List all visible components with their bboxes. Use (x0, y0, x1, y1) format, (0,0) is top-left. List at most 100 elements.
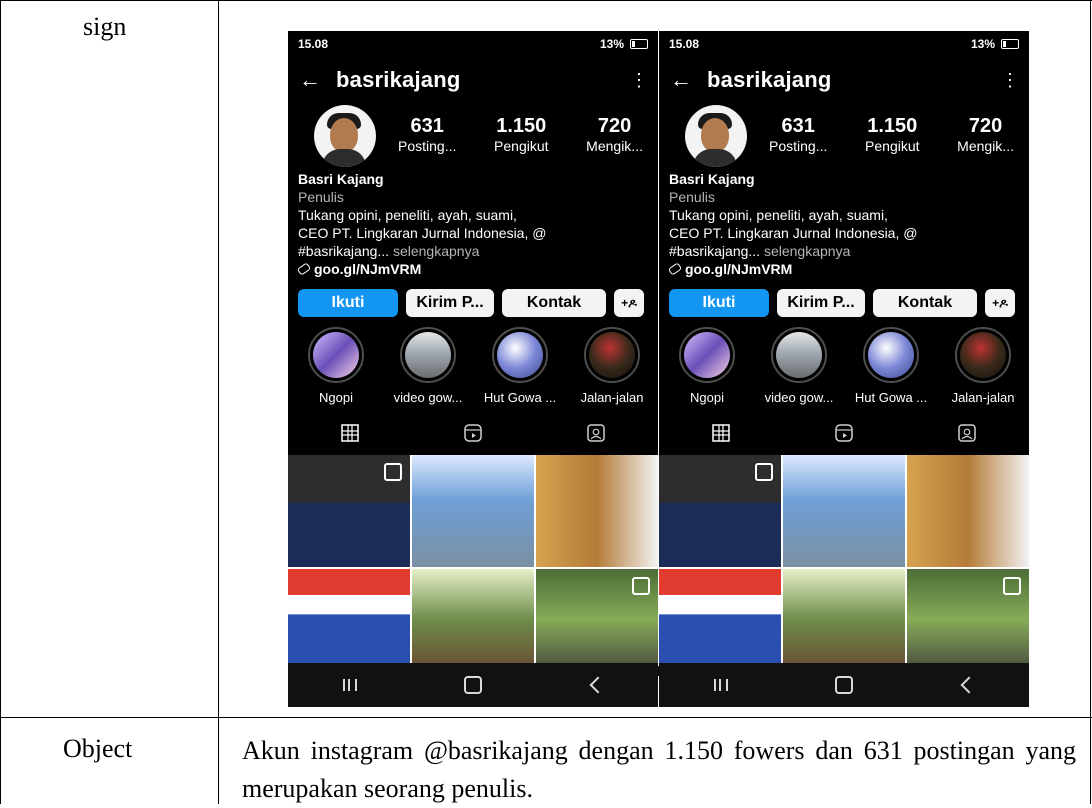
profile-bio: Basri Kajang Penulis Tukang opini, penel… (667, 170, 1019, 278)
highlight-hut-gowa[interactable]: Hut Gowa ... (478, 327, 562, 405)
bio-link[interactable]: goo.gl/NJmVRM (667, 260, 1019, 278)
profile-avatar[interactable] (685, 105, 747, 167)
back-icon[interactable] (947, 673, 987, 697)
bio-hashtag[interactable]: #basrikajang... (669, 243, 760, 259)
post-grid (659, 455, 1029, 681)
stat-posts[interactable]: 631 Posting... (398, 115, 456, 155)
highlight-thumb (684, 332, 730, 378)
highlight-thumb (313, 332, 359, 378)
suggest-people-button[interactable]: +ዶ (985, 289, 1015, 317)
highlight-ngopi[interactable]: Ngopi (294, 327, 378, 405)
stat-posts[interactable]: 631 Posting... (769, 115, 827, 155)
contact-button[interactable]: Kontak (502, 289, 606, 317)
highlight-circle (863, 327, 919, 383)
post-thumbnail[interactable] (907, 455, 1029, 567)
highlight-jalan[interactable]: Jalan-jalan (570, 327, 654, 405)
bio-line3: #basrikajang... selengkapnya (669, 242, 1019, 260)
stat-followers-value: 1.150 (867, 115, 918, 137)
profile-stats: 631 Posting... 1.150 Pengikut 720 Mengik… (769, 115, 1014, 155)
highlight-thumb (497, 332, 543, 378)
row-label-sign: sign (83, 12, 127, 41)
grid-icon[interactable] (330, 419, 370, 447)
highlight-label: Ngopi (690, 390, 724, 405)
avatar-face (330, 118, 358, 152)
bio-link[interactable]: goo.gl/NJmVRM (296, 260, 648, 278)
reel-indicator-icon (755, 463, 773, 481)
stat-following[interactable]: 720 Mengik... (586, 115, 643, 155)
highlight-label: Jalan-jalan (580, 390, 644, 405)
reels-icon[interactable] (453, 419, 493, 447)
post-thumbnail[interactable] (783, 455, 905, 567)
stat-followers[interactable]: 1.150 Pengikut (494, 115, 548, 155)
stat-following[interactable]: 720 Mengik... (957, 115, 1014, 155)
post-thumbnail[interactable] (412, 455, 534, 567)
highlight-label: video gow... (764, 390, 834, 405)
stat-posts-label: Posting... (398, 138, 457, 154)
table-right-border (1090, 0, 1091, 804)
profile-bio: Basri Kajang Penulis Tukang opini, penel… (296, 170, 648, 278)
table-column-divider (218, 0, 219, 804)
android-navbar (288, 663, 658, 707)
contact-button[interactable]: Kontak (873, 289, 977, 317)
bio-line2: CEO PT. Lingkaran Jurnal Indonesia, @ (669, 225, 918, 241)
battery-icon (1001, 39, 1019, 49)
story-highlights: Ngopi video gow... Hut Gowa ... Jalan-ja… (294, 327, 654, 405)
stat-followers[interactable]: 1.150 Pengikut (865, 115, 919, 155)
bio-line3: #basrikajang... selengkapnya (298, 242, 648, 260)
bio-line1: Tukang opini, peneliti, ayah, suami, (669, 207, 888, 223)
highlight-video[interactable]: video gow... (757, 327, 841, 405)
highlight-thumb (960, 332, 1006, 378)
highlight-thumb (589, 332, 635, 378)
recent-apps-icon[interactable] (701, 673, 741, 697)
back-icon[interactable] (576, 673, 616, 697)
phone-screenshot-right: 15.08 13% ← basrikajang ⋮ 631 Posting...… (659, 31, 1029, 707)
post-thumbnail[interactable] (288, 455, 410, 567)
bio-link-text: goo.gl/NJmVRM (314, 261, 422, 277)
table-row-divider (0, 717, 1092, 718)
link-icon (296, 262, 312, 276)
tagged-icon[interactable] (576, 419, 616, 447)
reel-indicator-icon (384, 463, 402, 481)
tagged-icon[interactable] (947, 419, 987, 447)
suggest-people-button[interactable]: +ዶ (614, 289, 644, 317)
message-button[interactable]: Kirim P... (406, 289, 494, 317)
bio-more[interactable]: selengkapnya (764, 243, 850, 259)
reel-indicator-icon (632, 577, 650, 595)
battery-percent: 13% (599, 37, 624, 51)
profile-username: basrikajang (707, 67, 832, 92)
back-arrow-icon[interactable]: ← (298, 68, 322, 92)
stat-followers-label: Pengikut (494, 138, 549, 154)
back-arrow-icon[interactable]: ← (669, 68, 693, 92)
home-icon[interactable] (453, 673, 493, 697)
more-vertical-icon[interactable]: ⋮ (1001, 71, 1019, 89)
highlight-video[interactable]: video gow... (386, 327, 470, 405)
status-time: 15.08 (669, 37, 700, 51)
bio-more[interactable]: selengkapnya (393, 243, 479, 259)
follow-button[interactable]: Ikuti (298, 289, 398, 317)
post-thumbnail[interactable] (659, 455, 781, 567)
message-button[interactable]: Kirim P... (777, 289, 865, 317)
profile-avatar[interactable] (314, 105, 376, 167)
post-grid (288, 455, 658, 681)
recent-apps-icon[interactable] (330, 673, 370, 697)
bio-link-text: goo.gl/NJmVRM (685, 261, 793, 277)
stat-following-label: Mengik... (957, 138, 1014, 154)
bio-hashtag[interactable]: #basrikajang... (298, 243, 389, 259)
avatar-shirt (322, 149, 366, 167)
profile-stats: 631 Posting... 1.150 Pengikut 720 Mengik… (398, 115, 643, 155)
stat-following-label: Mengik... (586, 138, 643, 154)
highlight-ngopi[interactable]: Ngopi (665, 327, 749, 405)
post-thumbnail[interactable] (536, 455, 658, 567)
highlight-jalan[interactable]: Jalan-jalan (941, 327, 1025, 405)
follow-button[interactable]: Ikuti (669, 289, 769, 317)
bio-line1: Tukang opini, peneliti, ayah, suami, (298, 207, 517, 223)
status-bar: 15.08 13% (669, 37, 1019, 51)
reel-indicator-icon (1003, 577, 1021, 595)
home-icon[interactable] (824, 673, 864, 697)
reels-icon[interactable] (824, 419, 864, 447)
highlight-hut-gowa[interactable]: Hut Gowa ... (849, 327, 933, 405)
grid-icon[interactable] (701, 419, 741, 447)
back-glyph (589, 676, 607, 694)
more-vertical-icon[interactable]: ⋮ (630, 71, 648, 89)
highlight-thumb (405, 332, 451, 378)
